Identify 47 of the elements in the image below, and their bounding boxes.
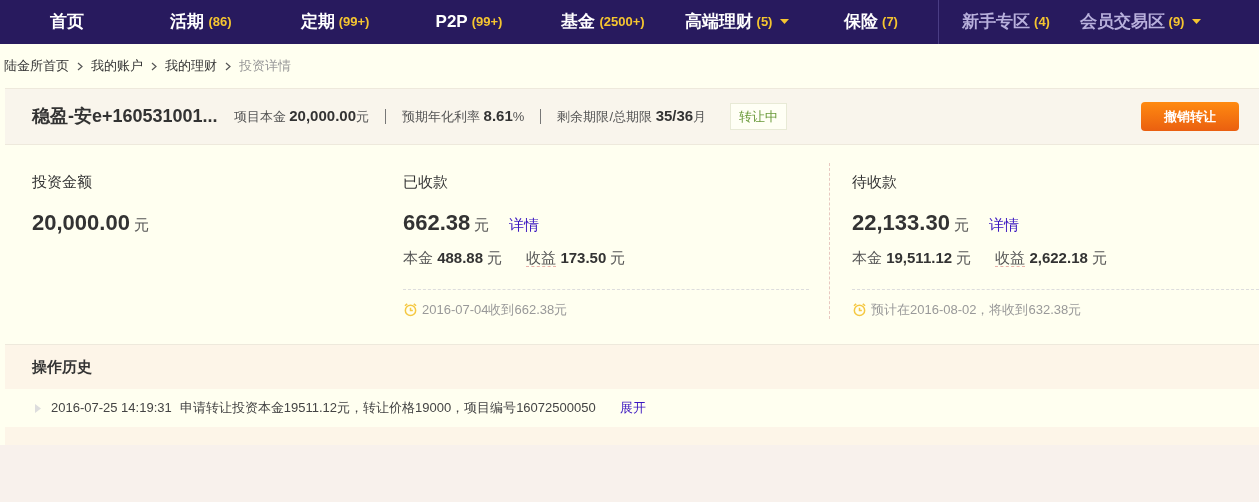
chevron-right-icon — [225, 61, 231, 71]
income-amount: 收益 2,622.18 元 — [995, 247, 1107, 269]
principal-amount: 本金 488.88 元 — [403, 247, 503, 268]
unit-label: 元 — [133, 214, 149, 235]
nav-item[interactable]: 基金 (2500+) — [536, 0, 670, 44]
stat-title: 投资金额 — [32, 172, 93, 192]
status-tag: 转让中 — [730, 102, 788, 131]
stat-amount: 22,133.30 — [852, 208, 950, 237]
expand-link[interactable]: 展开 — [619, 398, 646, 418]
breadcrumb-link[interactable]: 我的理财 — [165, 56, 217, 76]
nav-item[interactable]: 新手专区 (4) — [938, 0, 1073, 44]
product-name: 稳盈-安e+160531001... — [32, 105, 218, 128]
alarm-clock-icon — [403, 302, 418, 318]
history-time: 2016-07-25 14:19:31 — [51, 399, 172, 418]
nav-item[interactable]: 保险 (7) — [804, 0, 938, 44]
details-link[interactable]: 详情 — [988, 213, 1019, 236]
breadcrumb-link[interactable]: 我的账户 — [91, 56, 143, 76]
caret-icon — [1192, 19, 1202, 25]
stat-title: 已收款 — [403, 172, 449, 192]
chevron-right-icon — [77, 61, 83, 71]
caret-icon — [780, 19, 790, 25]
stat-title: 待收款 — [852, 172, 898, 192]
stat-amount: 662.38 — [403, 208, 471, 237]
alarm-clock-icon — [852, 302, 867, 318]
product-fact: 项目本金 20,000.00元 — [233, 106, 369, 127]
unit-label: 元 — [953, 214, 969, 235]
product-fact: 剩余期限/总期限 35/36月 — [557, 106, 707, 127]
stat-amount: 20,000.00 — [32, 208, 130, 237]
payment-note: 预计在2016-08-02，将收到632.38元 — [871, 301, 1082, 319]
breadcrumb-link[interactable]: 陆金所首页 — [4, 56, 69, 76]
section-title: 操作历史 — [32, 356, 92, 377]
income-amount: 收益 173.50 元 — [526, 247, 626, 269]
unit-label: 元 — [474, 214, 490, 235]
nav-item[interactable]: 高端理财 (5) — [670, 0, 804, 44]
nav-item[interactable]: 会员交易区 (9) — [1073, 0, 1208, 44]
nav-item[interactable]: 活期 (86) — [134, 0, 268, 44]
history-text: 申请转让投资本金19511.12元，转让价格19000，项目编号16072500050 — [179, 399, 596, 418]
nav-item[interactable]: 定期 (99+) — [268, 0, 402, 44]
breadcrumb-current: 投资详情 — [239, 57, 291, 76]
nav-item[interactable]: P2P (99+) — [402, 0, 536, 44]
product-fact: 预期年化利率 8.61% — [402, 106, 525, 127]
nav-item[interactable]: 首页 — [0, 0, 134, 44]
expand-triangle-icon[interactable] — [35, 403, 41, 413]
chevron-right-icon — [151, 61, 157, 71]
principal-amount: 本金 19,511.12 元 — [852, 247, 972, 268]
payment-note: 2016-07-04收到662.38元 — [422, 301, 568, 319]
details-link[interactable]: 详情 — [509, 213, 540, 236]
